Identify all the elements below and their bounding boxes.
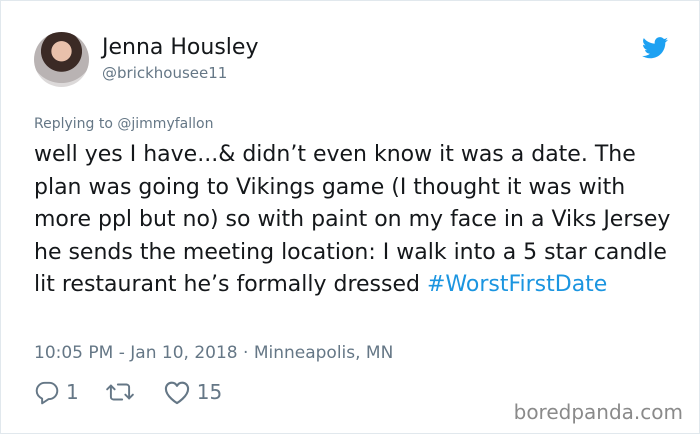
tweet-meta: 10:05 PM - Jan 10, 2018 · Minneapolis, M… xyxy=(34,342,393,364)
reply-icon xyxy=(35,381,59,405)
like-button[interactable]: 15 xyxy=(163,378,222,406)
tweet-actions: 1 15 xyxy=(34,378,222,406)
meta-separator: - xyxy=(113,343,131,363)
heart-icon xyxy=(164,381,189,405)
reply-count: 1 xyxy=(66,380,79,404)
retweet-icon xyxy=(105,383,134,401)
tweet-card: Jenna Housley @brickhousee11 Replying to… xyxy=(0,0,700,434)
tweet-time[interactable]: 10:05 PM xyxy=(34,343,113,363)
author-name[interactable]: Jenna Housley xyxy=(102,35,258,61)
like-count: 15 xyxy=(196,380,223,404)
retweet-button[interactable] xyxy=(105,379,141,405)
tweet-location[interactable]: Minneapolis, MN xyxy=(254,343,394,363)
watermark: boredpanda.com xyxy=(513,400,683,424)
tweet-date[interactable]: Jan 10, 2018 xyxy=(130,343,237,363)
replying-prefix: Replying to xyxy=(34,116,113,132)
reply-button[interactable]: 1 xyxy=(34,378,79,406)
tweet-text: well yes I have...& didn’t even know it … xyxy=(34,139,674,302)
replying-to: Replying to @jimmyfallon xyxy=(34,115,213,133)
author-handle[interactable]: @brickhousee11 xyxy=(102,64,227,82)
replying-target[interactable]: @jimmyfallon xyxy=(117,116,213,132)
meta-separator: · xyxy=(237,343,254,363)
avatar[interactable] xyxy=(34,32,89,87)
hashtag-link[interactable]: #WorstFirstDate xyxy=(427,272,607,297)
twitter-bird-icon[interactable] xyxy=(642,37,668,59)
